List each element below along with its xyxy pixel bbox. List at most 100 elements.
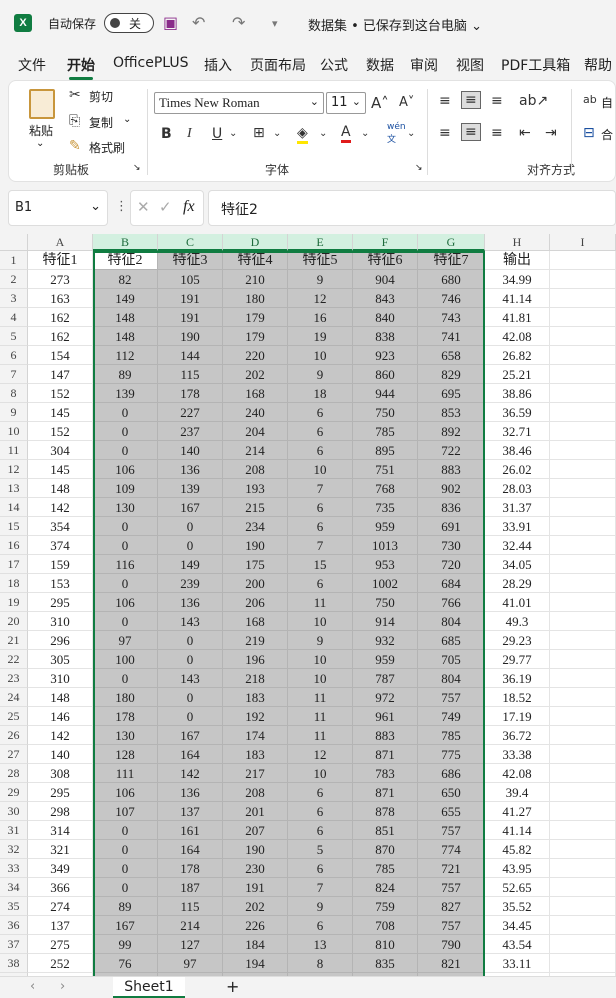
italic-icon[interactable]: I	[187, 126, 192, 142]
table-cell[interactable]: 202	[223, 365, 288, 384]
table-cell[interactable]: 0	[93, 574, 158, 593]
table-cell[interactable]	[550, 726, 616, 745]
table-cell[interactable]: 180	[223, 289, 288, 308]
table-cell[interactable]: 923	[353, 346, 418, 365]
table-cell[interactable]: 178	[158, 384, 223, 403]
row-header[interactable]: 28	[0, 764, 28, 783]
table-cell[interactable]	[550, 669, 616, 688]
insert-function-icon[interactable]: fx	[183, 198, 195, 216]
table-cell[interactable]: 16	[288, 308, 353, 327]
row-header[interactable]: 30	[0, 802, 28, 821]
table-cell[interactable]: 757	[418, 878, 485, 897]
table-cell[interactable]: 148	[93, 308, 158, 327]
row-header[interactable]: 35	[0, 897, 28, 916]
row-header[interactable]: 11	[0, 441, 28, 460]
table-cell[interactable]: 167	[158, 726, 223, 745]
table-cell[interactable]: 9	[288, 365, 353, 384]
header-cell[interactable]: 特征6	[353, 251, 418, 270]
table-cell[interactable]: 116	[93, 555, 158, 574]
table-cell[interactable]: 0	[93, 669, 158, 688]
table-cell[interactable]: 680	[418, 270, 485, 289]
border-icon[interactable]: ⊞	[253, 125, 265, 141]
table-cell[interactable]: 892	[418, 422, 485, 441]
table-cell[interactable]: 147	[28, 365, 93, 384]
table-cell[interactable]: 10	[288, 669, 353, 688]
table-cell[interactable]: 149	[93, 289, 158, 308]
table-cell[interactable]	[550, 422, 616, 441]
table-cell[interactable]: 127	[158, 935, 223, 954]
table-cell[interactable]: 5	[288, 840, 353, 859]
table-cell[interactable]: 0	[93, 878, 158, 897]
header-cell[interactable]: 特征4	[223, 251, 288, 270]
table-cell[interactable]: 895	[353, 441, 418, 460]
table-cell[interactable]: 0	[93, 859, 158, 878]
table-cell[interactable]: 7	[288, 536, 353, 555]
row-header[interactable]: 7	[0, 365, 28, 384]
table-cell[interactable]: 142	[28, 726, 93, 745]
table-cell[interactable]: 1002	[353, 574, 418, 593]
table-cell[interactable]: 162	[28, 308, 93, 327]
table-cell[interactable]: 191	[158, 289, 223, 308]
row-header[interactable]: 33	[0, 859, 28, 878]
format-painter-button[interactable]: 格式刷	[89, 139, 125, 156]
table-cell[interactable]: 26.02	[485, 460, 550, 479]
align-right-icon[interactable]: ≡	[491, 125, 503, 141]
table-cell[interactable]: 775	[418, 745, 485, 764]
table-cell[interactable]: 32.71	[485, 422, 550, 441]
table-cell[interactable]: 751	[353, 460, 418, 479]
table-cell[interactable]: 829	[418, 365, 485, 384]
row-header[interactable]: 38	[0, 954, 28, 973]
table-cell[interactable]	[550, 346, 616, 365]
select-all-corner[interactable]	[0, 234, 28, 251]
increase-indent-icon[interactable]: ⇥	[545, 125, 557, 141]
table-cell[interactable]: 164	[158, 745, 223, 764]
table-cell[interactable]: 853	[418, 403, 485, 422]
table-cell[interactable]: 0	[93, 441, 158, 460]
table-cell[interactable]: 167	[93, 916, 158, 935]
table-cell[interactable]: 140	[28, 745, 93, 764]
font-size-select[interactable]: 11 ⌄	[326, 92, 366, 114]
table-cell[interactable]: 190	[158, 327, 223, 346]
table-cell[interactable]: 6	[288, 859, 353, 878]
table-cell[interactable]: 972	[353, 688, 418, 707]
table-cell[interactable]: 18	[288, 384, 353, 403]
table-cell[interactable]: 163	[28, 289, 93, 308]
table-cell[interactable]: 321	[28, 840, 93, 859]
table-cell[interactable]: 38.86	[485, 384, 550, 403]
table-cell[interactable]: 179	[223, 327, 288, 346]
table-cell[interactable]	[550, 878, 616, 897]
row-header[interactable]: 13	[0, 479, 28, 498]
table-cell[interactable]: 240	[223, 403, 288, 422]
table-cell[interactable]: 187	[158, 878, 223, 897]
column-header-E[interactable]: E	[288, 234, 353, 251]
table-cell[interactable]: 750	[353, 403, 418, 422]
table-cell[interactable]: 0	[158, 631, 223, 650]
table-cell[interactable]: 810	[353, 935, 418, 954]
row-header[interactable]: 27	[0, 745, 28, 764]
redo-icon[interactable]: ↷	[232, 13, 245, 32]
table-cell[interactable]: 836	[418, 498, 485, 517]
table-cell[interactable]: 219	[223, 631, 288, 650]
table-cell[interactable]: 25.21	[485, 365, 550, 384]
table-cell[interactable]: 743	[418, 308, 485, 327]
table-cell[interactable]: 208	[223, 460, 288, 479]
table-cell[interactable]: 168	[223, 384, 288, 403]
table-cell[interactable]: 207	[223, 821, 288, 840]
table-cell[interactable]: 11	[288, 726, 353, 745]
table-cell[interactable]: 953	[353, 555, 418, 574]
table-cell[interactable]: 215	[223, 498, 288, 517]
table-cell[interactable]	[550, 460, 616, 479]
table-cell[interactable]: 162	[28, 327, 93, 346]
table-cell[interactable]: 0	[93, 517, 158, 536]
table-cell[interactable]: 97	[93, 631, 158, 650]
table-cell[interactable]	[550, 289, 616, 308]
column-header-F[interactable]: F	[353, 234, 418, 251]
table-cell[interactable]: 7	[288, 878, 353, 897]
table-cell[interactable]	[550, 441, 616, 460]
paste-icon[interactable]	[29, 89, 55, 119]
table-cell[interactable]: 220	[223, 346, 288, 365]
table-cell[interactable]: 234	[223, 517, 288, 536]
tab-6[interactable]: 数据	[366, 55, 394, 75]
table-cell[interactable]: 0	[93, 612, 158, 631]
table-cell[interactable]: 148	[28, 479, 93, 498]
